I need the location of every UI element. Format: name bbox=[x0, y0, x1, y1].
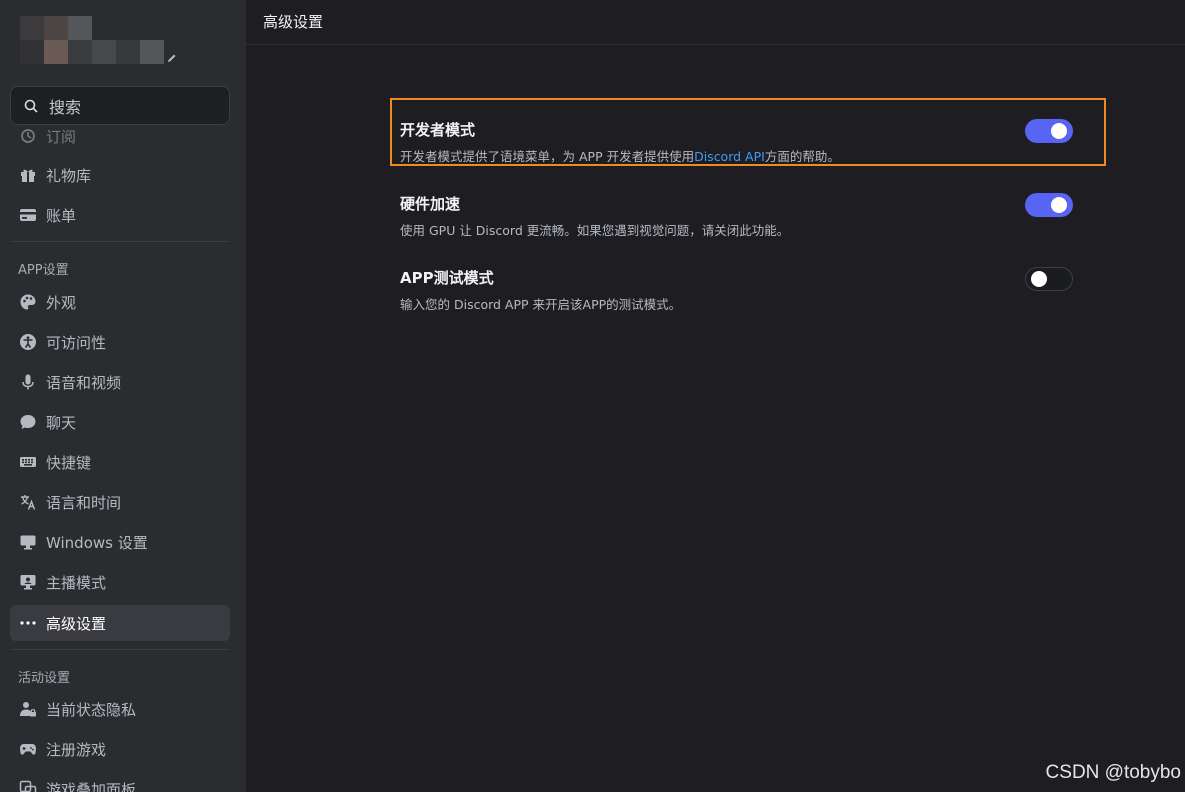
sidebar-item-label: 订阅 bbox=[46, 127, 77, 146]
keyboard-icon bbox=[18, 452, 38, 472]
overlay-icon bbox=[18, 779, 38, 792]
sidebar-item-appearance[interactable]: 外观 bbox=[10, 284, 230, 320]
divider bbox=[10, 649, 230, 650]
sidebar-item-language-time[interactable]: 语言和时间 bbox=[10, 484, 230, 520]
setting-description: 输入您的 Discord APP 来开启该APP的测试模式。 bbox=[400, 297, 682, 312]
toggle-knob bbox=[1051, 123, 1067, 139]
microphone-icon bbox=[18, 372, 38, 392]
sidebar-item-activity-privacy[interactable]: 当前状态隐私 bbox=[10, 691, 230, 727]
divider bbox=[10, 241, 230, 242]
translate-icon bbox=[18, 492, 38, 512]
sidebar-item-label: 高级设置 bbox=[46, 614, 107, 633]
sidebar-item-keybinds[interactable]: 快捷键 bbox=[10, 444, 230, 480]
setting-title: 开发者模式 bbox=[400, 121, 476, 139]
setting-description-text: 开发者模式提供了语境菜单，为 APP 开发者提供使用 bbox=[400, 149, 695, 164]
setting-title: APP测试模式 bbox=[400, 269, 494, 287]
setting-description-text: 方面的帮助。 bbox=[764, 149, 840, 164]
monitor-icon bbox=[18, 532, 38, 552]
more-dots-icon bbox=[18, 613, 38, 633]
sidebar-item-label: 账单 bbox=[46, 206, 77, 225]
subscription-icon bbox=[18, 126, 38, 146]
toggle-knob bbox=[1051, 197, 1067, 213]
sidebar-item-voice-video[interactable]: 语音和视频 bbox=[10, 364, 230, 400]
setting-hardware-acceleration: 硬件加速 使用 GPU 让 Discord 更流畅。如果您遇到视觉问题，请关闭此… bbox=[400, 193, 1076, 239]
sidebar-item-label: 语音和视频 bbox=[46, 373, 122, 392]
search-placeholder: 搜索 bbox=[49, 97, 82, 117]
pencil-icon[interactable] bbox=[166, 49, 178, 62]
settings-content: 高级设置 开发者模式 开发者模式提供了语境菜单，为 APP 开发者提供使用Dis… bbox=[246, 0, 1185, 792]
user-privacy-icon bbox=[18, 699, 38, 719]
sidebar-item-label: 当前状态隐私 bbox=[46, 700, 137, 719]
accessibility-icon bbox=[18, 332, 38, 352]
sidebar-item-label: 主播模式 bbox=[46, 573, 107, 592]
page-title: 高级设置 bbox=[263, 13, 324, 31]
setting-developer-mode: 开发者模式 开发者模式提供了语境菜单，为 APP 开发者提供使用Discord … bbox=[400, 119, 1076, 165]
header-divider bbox=[246, 44, 1185, 45]
toggle-knob bbox=[1031, 271, 1047, 287]
card-icon bbox=[18, 205, 38, 225]
sidebar-item-subscription[interactable]: 订阅 bbox=[10, 118, 230, 154]
sidebar-item-label: 聊天 bbox=[46, 413, 77, 432]
section-label-activity-settings: 活动设置 bbox=[18, 671, 71, 686]
settings-sidebar: 搜索 订阅 礼物库 账单 APP设置 外观 可访问性 语音和视频 聊天 快捷键 … bbox=[0, 0, 246, 792]
discord-api-link[interactable]: Discord API bbox=[694, 149, 765, 164]
setting-description: 开发者模式提供了语境菜单，为 APP 开发者提供使用Discord API方面的… bbox=[400, 146, 1076, 165]
sidebar-item-accessibility[interactable]: 可访问性 bbox=[10, 324, 230, 360]
sidebar-item-windows-settings[interactable]: Windows 设置 bbox=[10, 524, 230, 560]
sidebar-item-advanced[interactable]: 高级设置 bbox=[10, 605, 230, 641]
sidebar-item-game-overlay[interactable]: 游戏叠加面板 bbox=[10, 771, 230, 792]
streamer-icon bbox=[18, 572, 38, 592]
sidebar-item-label: 礼物库 bbox=[46, 166, 92, 185]
developer-mode-toggle[interactable] bbox=[1025, 119, 1073, 143]
chat-bubble-icon bbox=[18, 412, 38, 432]
watermark: CSDN @tobybo bbox=[1045, 762, 1181, 783]
sidebar-item-label: 注册游戏 bbox=[46, 740, 107, 759]
sidebar-item-label: 游戏叠加面板 bbox=[46, 780, 137, 792]
setting-app-test-mode: APP测试模式 输入您的 Discord APP 来开启该APP的测试模式。 bbox=[400, 267, 1076, 313]
sidebar-item-billing[interactable]: 账单 bbox=[10, 197, 230, 233]
sidebar-item-label: 外观 bbox=[46, 293, 77, 312]
sidebar-item-registered-games[interactable]: 注册游戏 bbox=[10, 731, 230, 767]
search-icon bbox=[24, 99, 38, 113]
sidebar-item-label: 语言和时间 bbox=[46, 493, 122, 512]
sidebar-item-label: Windows 设置 bbox=[46, 533, 148, 552]
sidebar-item-label: 可访问性 bbox=[46, 333, 107, 352]
avatar[interactable] bbox=[20, 16, 164, 64]
setting-description: 使用 GPU 让 Discord 更流畅。如果您遇到视觉问题，请关闭此功能。 bbox=[400, 223, 790, 238]
app-test-mode-toggle[interactable] bbox=[1025, 267, 1073, 291]
section-label-app-settings: APP设置 bbox=[18, 263, 69, 278]
hardware-acceleration-toggle[interactable] bbox=[1025, 193, 1073, 217]
sidebar-item-label: 快捷键 bbox=[46, 453, 92, 472]
sidebar-item-chat[interactable]: 聊天 bbox=[10, 404, 230, 440]
gamepad-icon bbox=[18, 739, 38, 759]
setting-title: 硬件加速 bbox=[400, 195, 461, 213]
sidebar-item-streamer-mode[interactable]: 主播模式 bbox=[10, 564, 230, 600]
gift-icon bbox=[18, 165, 38, 185]
sidebar-item-gift-inventory[interactable]: 礼物库 bbox=[10, 157, 230, 193]
palette-icon bbox=[18, 292, 38, 312]
